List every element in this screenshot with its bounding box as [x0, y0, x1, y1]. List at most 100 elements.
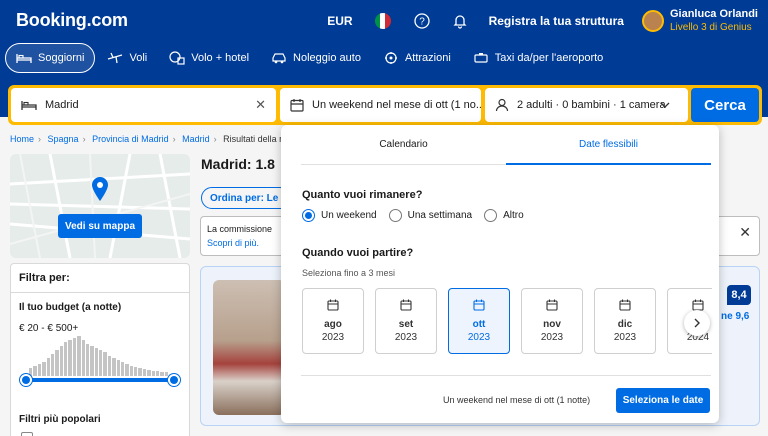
- user-account-menu[interactable]: Gianluca Orlandi Livello 3 di Genius: [670, 8, 758, 34]
- histogram-bar: [103, 352, 107, 376]
- histogram-bar: [85, 344, 90, 376]
- results-title: Madrid: 1.8: [201, 156, 275, 172]
- histogram-bar: [42, 362, 46, 376]
- month-name: ago: [324, 319, 342, 330]
- histogram-bar: [77, 336, 81, 376]
- select-dates-button[interactable]: Seleziona le date: [616, 388, 710, 413]
- histogram-bar: [116, 360, 120, 376]
- svg-text:?: ?: [419, 17, 425, 28]
- histogram-bar: [99, 350, 103, 376]
- month-year: 2023: [394, 332, 418, 343]
- radio-icon: [388, 209, 402, 222]
- filter-checkbox[interactable]: [21, 432, 33, 436]
- search-button[interactable]: Cerca: [691, 88, 759, 122]
- nav-tab-flights[interactable]: Voli: [97, 43, 157, 73]
- month-card[interactable]: nov 2023: [521, 288, 583, 354]
- clear-destination-icon[interactable]: ✕: [255, 97, 266, 113]
- chevron-down-icon: [660, 102, 670, 108]
- nav-tab-car-rental[interactable]: Noleggio auto: [261, 43, 371, 73]
- breadcrumb-item[interactable]: Spagna: [48, 134, 79, 144]
- nav-tab-flight-hotel[interactable]: Volo + hotel: [159, 43, 259, 73]
- duration-label: Una settimana: [407, 210, 473, 221]
- help-icon[interactable]: ?: [413, 12, 431, 30]
- month-year: 2023: [540, 332, 564, 343]
- calendar-icon: [546, 299, 558, 311]
- nav-tab-airport-taxi[interactable]: Taxi da/per l'aeroporto: [463, 43, 614, 73]
- breadcrumb-item[interactable]: Home: [10, 134, 34, 144]
- nav-tab-attractions[interactable]: Attrazioni: [373, 43, 461, 73]
- map-roads: [10, 154, 190, 258]
- destination-field[interactable]: Madrid ✕: [11, 88, 276, 122]
- car-icon: [272, 53, 286, 64]
- histogram-bar: [134, 367, 138, 376]
- user-avatar[interactable]: [641, 10, 664, 32]
- register-property-link[interactable]: Registra la tua struttura: [489, 14, 624, 28]
- map-preview[interactable]: Vedi su mappa: [10, 154, 190, 258]
- histogram-bar: [160, 372, 164, 376]
- nav-tab-label: Attrazioni: [404, 52, 451, 64]
- nav-tab-label: Soggiorni: [38, 52, 85, 64]
- histogram-bar: [120, 362, 125, 376]
- breadcrumb-current: Risultati della r: [223, 134, 283, 144]
- histogram-bar: [37, 364, 42, 376]
- calendar-icon: [327, 299, 339, 311]
- duration-label: Un weekend: [321, 210, 377, 221]
- taxi-icon: [474, 53, 488, 63]
- histogram-bar: [59, 346, 63, 376]
- nav-tab-label: Taxi da/per l'aeroporto: [494, 52, 604, 64]
- dates-field[interactable]: Un weekend nel mese di ott (1 no...: [280, 88, 481, 122]
- notice-link[interactable]: Scopri di più.: [207, 238, 259, 248]
- departure-question: Quando vuoi partire?: [302, 247, 414, 259]
- close-notice-icon[interactable]: ✕: [739, 224, 751, 241]
- language-flag-icon[interactable]: [374, 13, 391, 29]
- histogram-bar: [125, 364, 129, 376]
- notifications-bell-icon[interactable]: [451, 12, 469, 30]
- month-card[interactable]: set 2023: [375, 288, 437, 354]
- month-name: dic: [617, 319, 633, 330]
- radio-icon: [484, 209, 498, 222]
- histogram-bar: [94, 348, 98, 376]
- histogram-bar: [112, 358, 116, 376]
- histogram-bar: [72, 338, 77, 376]
- popup-divider: [301, 375, 711, 376]
- histogram-bar: [81, 340, 85, 376]
- budget-slider[interactable]: [20, 374, 180, 386]
- duration-option-week[interactable]: Una settimana: [388, 209, 473, 222]
- notice-text: La commissione: [207, 224, 273, 234]
- duration-option-weekend[interactable]: Un weekend: [302, 209, 377, 222]
- breadcrumb-item[interactable]: Provincia di Madrid: [92, 134, 169, 144]
- budget-min-handle[interactable]: [20, 374, 32, 386]
- sort-button[interactable]: Ordina per: Le n: [201, 187, 291, 209]
- booking-logo[interactable]: Booking.com: [16, 10, 128, 31]
- histogram-bar: [55, 350, 59, 376]
- guests-field[interactable]: 2 adulti · 0 bambini · 1 camera: [485, 88, 688, 122]
- hotel-photo[interactable]: [213, 280, 285, 415]
- histogram-bar: [142, 369, 147, 376]
- attractions-icon: [384, 52, 397, 64]
- guests-value: 2 adulti · 0 bambini · 1 camera: [517, 99, 666, 111]
- next-months-button[interactable]: [684, 310, 710, 336]
- histogram-bar: [68, 340, 72, 376]
- search-bar: Madrid ✕ Un weekend nel mese di ott (1 n…: [8, 85, 762, 125]
- budget-max-handle[interactable]: [168, 374, 180, 386]
- month-card-selected[interactable]: ott 2023: [448, 288, 510, 354]
- tab-flexible-dates[interactable]: Date flessibili: [506, 125, 711, 165]
- month-name: nov: [543, 319, 561, 330]
- month-year: 2023: [467, 332, 491, 343]
- histogram-bar: [151, 371, 155, 376]
- show-on-map-button[interactable]: Vedi su mappa: [58, 214, 142, 238]
- histogram-bar: [64, 342, 68, 376]
- nav-tab-stays[interactable]: Soggiorni: [5, 43, 96, 73]
- header-actions: EUR ? Registra la tua struttura Gianluca…: [327, 8, 758, 34]
- dates-value: Un weekend nel mese di ott (1 no...: [312, 99, 481, 111]
- month-card[interactable]: dic 2023: [594, 288, 656, 354]
- tab-calendar[interactable]: Calendario: [301, 125, 506, 165]
- histogram-bar: [129, 366, 133, 376]
- duration-option-other[interactable]: Altro: [484, 209, 524, 222]
- product-nav: Soggiorni Voli Volo + hotel Noleggio aut…: [5, 43, 615, 73]
- currency-selector[interactable]: EUR: [327, 14, 352, 28]
- month-card[interactable]: ago 2023: [302, 288, 364, 354]
- breadcrumb-item[interactable]: Madrid: [182, 134, 210, 144]
- histogram-bar: [107, 356, 112, 376]
- month-year: 2023: [321, 332, 345, 343]
